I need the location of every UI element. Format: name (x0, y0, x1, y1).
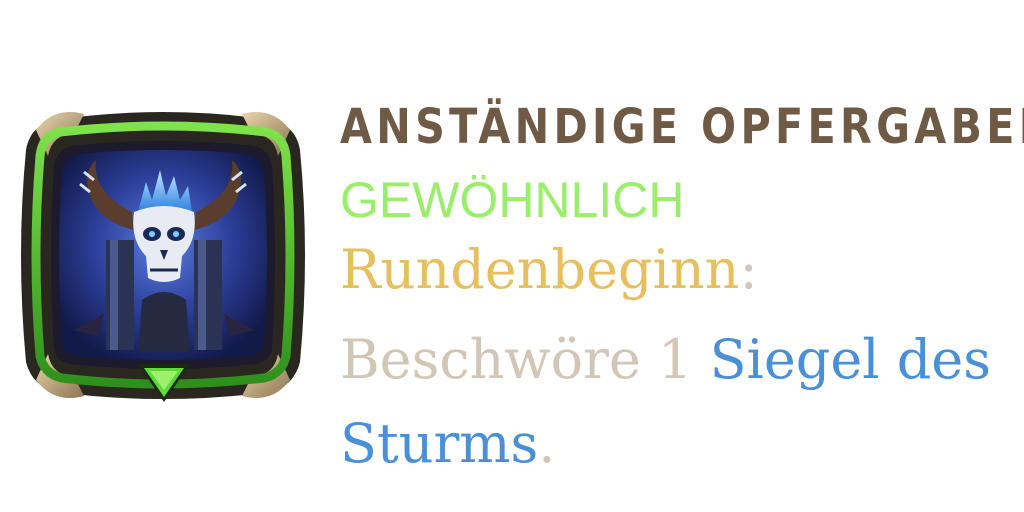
effect-keyword-part1: Siegel des (709, 328, 991, 391)
effect-description: Beschwöre 1 Siegel des Sturms. (340, 318, 1020, 486)
trigger-colon: : (739, 238, 758, 301)
effect-line-1: Beschwöre 1 Siegel des (340, 318, 1020, 402)
effect-keyword-part2: Sturms (340, 412, 539, 475)
horned-skull-totem-icon (21, 112, 305, 402)
trigger-line: Rundenbeginn: (340, 232, 1020, 318)
effect-prefix: Beschwöre 1 (340, 328, 710, 391)
card-title: ANSTÄNDIGE OPFERGABEN (340, 99, 1024, 155)
card-text: ANSTÄNDIGE OPFERGABEN GEWÖHNLICH Rundenb… (340, 92, 1024, 486)
trigger-keyword: Rundenbeginn (340, 238, 740, 301)
card-tooltip: ANSTÄNDIGE OPFERGABEN GEWÖHNLICH Rundenb… (0, 0, 1024, 512)
rarity-label: GEWÖHNLICH (340, 172, 685, 228)
card-icon (14, 100, 312, 410)
effect-period: . (538, 412, 556, 475)
effect-line-2: Sturms. (340, 402, 1020, 486)
